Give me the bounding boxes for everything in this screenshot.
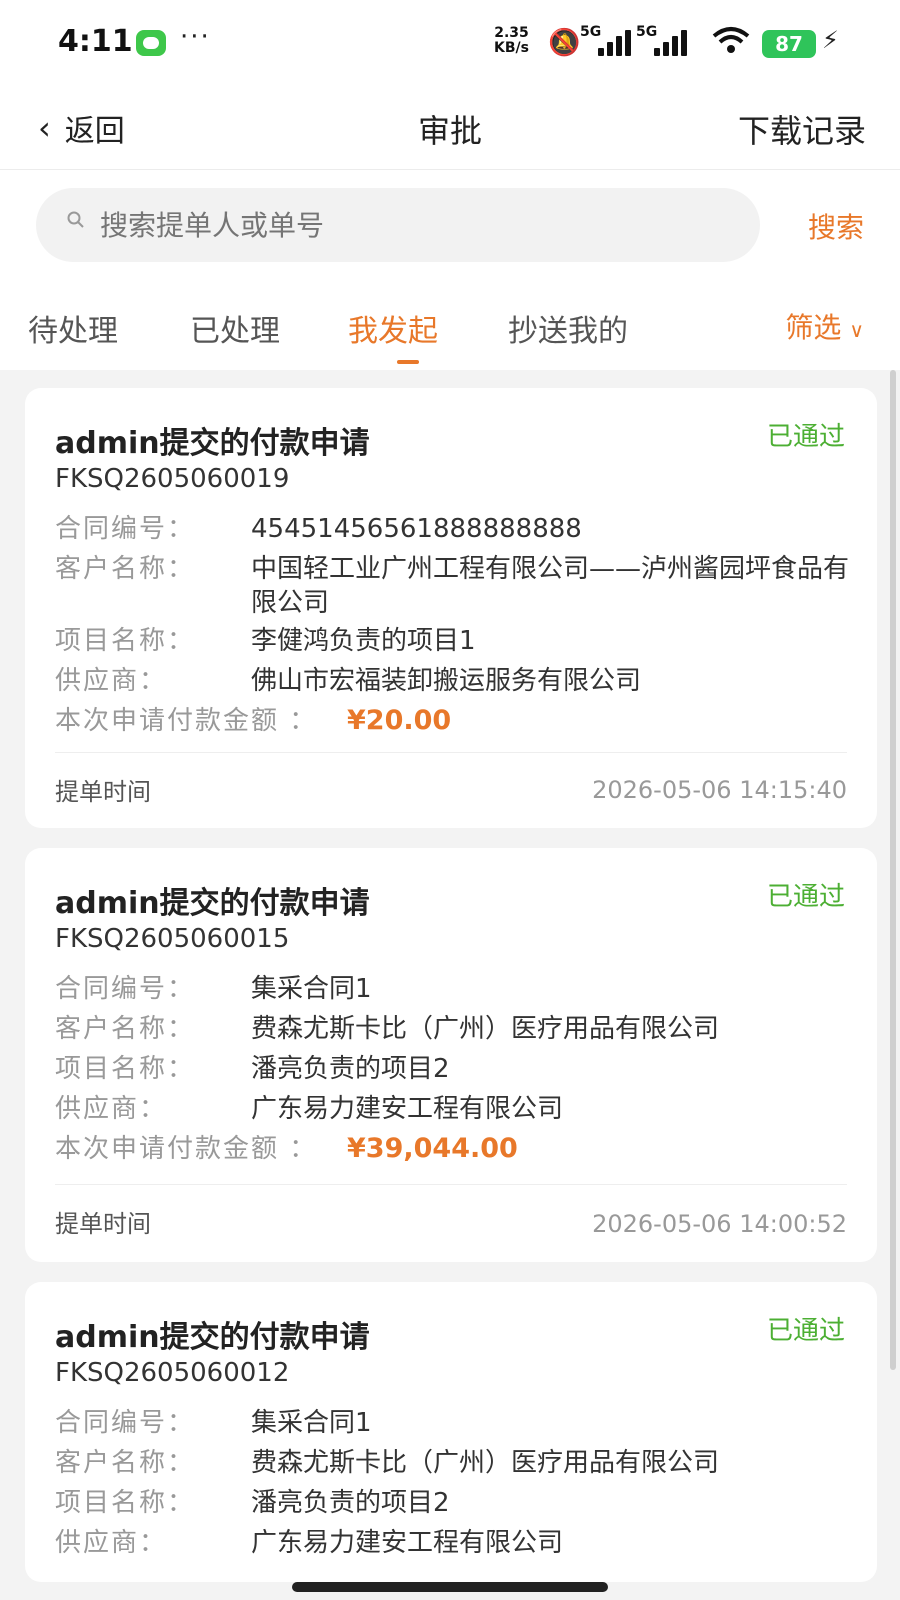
search-icon (66, 210, 86, 236)
approval-card[interactable]: admin提交的付款申请 已通过 FKSQ2605060012 合同编号： 集采… (25, 1282, 877, 1582)
divider (55, 752, 847, 753)
contract-row: 合同编号： 集采合同1 (55, 972, 845, 1006)
amount-value: ¥39,044.00 (347, 1133, 518, 1164)
supplier-value: 广东易力建安工程有限公司 (251, 1528, 564, 1558)
filter-button[interactable]: 筛选 ∨ (785, 306, 864, 346)
project-row: 项目名称： 李健鸿负责的项目1 (55, 624, 845, 658)
card-title: admin提交的付款申请 (55, 886, 370, 921)
search-button[interactable]: 搜索 (808, 206, 864, 246)
card-title: admin提交的付款申请 (55, 426, 370, 461)
status-badge: 已通过 (766, 1316, 845, 1346)
supplier-value: 广东易力建安工程有限公司 (251, 1094, 564, 1124)
network-speed-value: 2.35 (494, 25, 529, 41)
contract-value: 集采合同1 (251, 974, 372, 1004)
customer-row: 客户名称： 费森尤斯卡比（广州）医疗用品有限公司 (55, 1446, 845, 1480)
nav-bar: ‹ 返回 审批 下载记录 (0, 84, 900, 170)
supplier-row: 供应商： 广东易力建安工程有限公司 (55, 1092, 845, 1126)
supplier-row: 供应商： 广东易力建安工程有限公司 (55, 1526, 845, 1560)
supplier-label: 供应商： (55, 666, 168, 696)
amount-row: 本次申请付款金额 ： ¥20.00 (55, 704, 845, 738)
contract-value: 集采合同1 (251, 1408, 372, 1438)
network-speed: 2.35 KB/s (494, 26, 529, 56)
home-indicator[interactable] (292, 1582, 608, 1592)
card-number: FKSQ2605060012 (55, 1358, 290, 1388)
contract-value: 45451456561888888888 (251, 514, 582, 544)
search-box[interactable] (36, 188, 760, 262)
customer-value: 中国轻工业广州工程有限公司——泸州酱园坪食品有限公司 (251, 554, 850, 618)
signal-icon (596, 30, 632, 56)
card-title: admin提交的付款申请 (55, 1320, 370, 1355)
amount-value: ¥20.00 (347, 705, 452, 736)
tab-initiated[interactable]: 我发起 (348, 306, 438, 350)
tab-pending[interactable]: 待处理 (28, 306, 118, 350)
submit-time-value: 2026-05-06 14:00:52 (592, 1210, 847, 1238)
tab-cc-me[interactable]: 抄送我的 (508, 306, 628, 350)
customer-label: 客户名称： (55, 1014, 196, 1044)
card-number: FKSQ2605060015 (55, 924, 290, 954)
contract-label: 合同编号： (55, 514, 196, 544)
customer-label: 客户名称： (55, 1448, 196, 1478)
charging-icon: ⚡ (822, 26, 839, 54)
contract-row: 合同编号： 45451456561888888888 (55, 512, 845, 546)
filter-label: 筛选 (785, 311, 842, 344)
contract-label: 合同编号： (55, 974, 196, 1004)
search-bar: 搜索 (0, 170, 900, 278)
customer-row: 客户名称： 费森尤斯卡比（广州）医疗用品有限公司 (55, 1012, 845, 1046)
card-number: FKSQ2605060019 (55, 464, 290, 494)
project-label: 项目名称： (55, 1054, 196, 1084)
supplier-row: 供应商： 佛山市宏福装卸搬运服务有限公司 (55, 664, 845, 698)
search-input[interactable] (100, 188, 740, 262)
chevron-down-icon: ∨ (849, 318, 864, 342)
supplier-value: 佛山市宏福装卸搬运服务有限公司 (251, 666, 642, 696)
message-icon (136, 30, 166, 56)
project-row: 项目名称： 潘亮负责的项目2 (55, 1052, 845, 1086)
tab-processed[interactable]: 已处理 (190, 306, 280, 350)
more-notifications-icon: ··· (180, 22, 211, 52)
signal-icon-2 (652, 30, 688, 56)
status-badge: 已通过 (766, 882, 845, 912)
wifi-icon (712, 26, 750, 63)
project-label: 项目名称： (55, 626, 196, 656)
submit-time-label: 提单时间 (55, 1210, 151, 1238)
customer-value: 费森尤斯卡比（广州）医疗用品有限公司 (251, 1014, 720, 1044)
project-value: 潘亮负责的项目2 (251, 1054, 450, 1084)
contract-label: 合同编号： (55, 1408, 196, 1438)
amount-label: 本次申请付款金额 ： (55, 706, 318, 736)
project-value: 李健鸿负责的项目1 (251, 626, 476, 656)
submit-time-value: 2026-05-06 14:15:40 (592, 776, 847, 804)
amount-row: 本次申请付款金额 ： ¥39,044.00 (55, 1132, 845, 1166)
project-value: 潘亮负责的项目2 (251, 1488, 450, 1518)
download-records-button[interactable]: 下载记录 (738, 106, 866, 152)
status-time: 4:11 (58, 24, 133, 59)
battery-icon: 87 (762, 30, 816, 58)
status-bar: 4:11 ··· 2.35 KB/s 🔕 5G 5G 87 ⚡ (0, 0, 900, 84)
network-speed-unit: KB/s (494, 40, 529, 56)
status-badge: 已通过 (766, 422, 845, 452)
contract-row: 合同编号： 集采合同1 (55, 1406, 845, 1440)
approval-card[interactable]: admin提交的付款申请 已通过 FKSQ2605060015 合同编号： 集采… (25, 848, 877, 1262)
customer-row: 客户名称： 中国轻工业广州工程有限公司——泸州酱园坪食品有限公司 (55, 552, 849, 620)
scrollbar[interactable] (890, 370, 896, 1370)
project-row: 项目名称： 潘亮负责的项目2 (55, 1486, 845, 1520)
mute-bell-icon: 🔕 (548, 28, 581, 58)
submit-time-label: 提单时间 (55, 778, 151, 806)
tab-bar: 待处理 已处理 我发起 抄送我的 筛选 ∨ (0, 278, 900, 370)
project-label: 项目名称： (55, 1488, 196, 1518)
approval-card[interactable]: admin提交的付款申请 已通过 FKSQ2605060019 合同编号： 45… (25, 388, 877, 828)
active-tab-indicator (397, 360, 419, 364)
amount-label: 本次申请付款金额 ： (55, 1134, 318, 1164)
divider (55, 1184, 847, 1185)
customer-label: 客户名称： (55, 554, 196, 584)
supplier-label: 供应商： (55, 1094, 168, 1124)
customer-value: 费森尤斯卡比（广州）医疗用品有限公司 (251, 1448, 720, 1478)
supplier-label: 供应商： (55, 1528, 168, 1558)
